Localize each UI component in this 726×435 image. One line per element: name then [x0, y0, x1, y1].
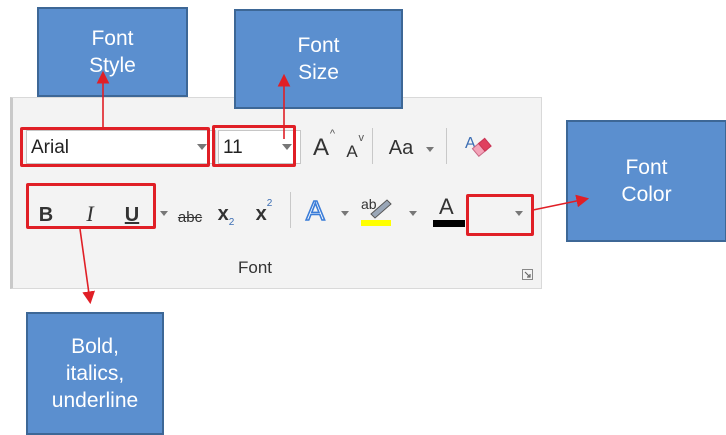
font-style-callout: Font Style [37, 7, 188, 97]
separator [372, 128, 373, 164]
superscript-mark: 2 [266, 198, 273, 209]
bold-italic-underline-highlight [26, 183, 156, 229]
strikethrough-label: abc [177, 209, 203, 226]
shrink-font-label: A [346, 142, 358, 161]
subscript-mark: 2 [228, 217, 235, 228]
font-color-callout: Font Color [566, 120, 726, 242]
font-color-highlight [466, 194, 534, 236]
font-style-highlight [20, 127, 210, 167]
change-case-dropdown-icon[interactable] [426, 147, 434, 152]
change-case-label: Aa [388, 137, 414, 159]
highlighter-pen-icon [370, 199, 392, 219]
change-case-button[interactable]: Aa [381, 130, 421, 160]
text-effects-button[interactable]: A [301, 192, 335, 228]
dialog-launcher-icon[interactable] [522, 269, 533, 280]
grow-font-label: A [312, 134, 329, 161]
grow-caret-icon: ^ [329, 128, 335, 140]
text-effects-label: A [306, 195, 325, 226]
highlight-color-bar [361, 220, 391, 226]
font-size-callout: Font Size [234, 9, 403, 109]
grow-font-button[interactable]: A ^ [307, 128, 335, 162]
highlight-button[interactable]: ab [359, 194, 399, 230]
font-size-highlight [212, 125, 296, 167]
clear-formatting-button[interactable]: A [461, 128, 495, 162]
font-color-label: A [439, 194, 454, 219]
shrink-caret-icon: v [358, 132, 365, 144]
subscript-label: x [217, 203, 229, 225]
font-group-label: Font [238, 258, 273, 277]
separator [446, 128, 447, 164]
text-effects-dropdown-icon[interactable] [341, 211, 349, 216]
underline-dropdown-icon[interactable] [160, 211, 168, 216]
subscript-button[interactable]: x 2 [211, 194, 241, 228]
separator [290, 192, 291, 228]
shrink-font-button[interactable]: A v [340, 132, 364, 162]
superscript-button[interactable]: x 2 [249, 194, 279, 226]
bold-italics-underline-callout: Bold, italics, underline [26, 312, 164, 435]
superscript-label: x [255, 203, 267, 225]
highlight-dropdown-icon[interactable] [409, 211, 417, 216]
eraser-icon: A [465, 135, 492, 158]
font-color-button[interactable]: A [431, 194, 471, 230]
text-effects-icon: A [305, 194, 326, 227]
font-color-bar [433, 220, 465, 227]
strikethrough-button[interactable]: abc [173, 196, 207, 226]
